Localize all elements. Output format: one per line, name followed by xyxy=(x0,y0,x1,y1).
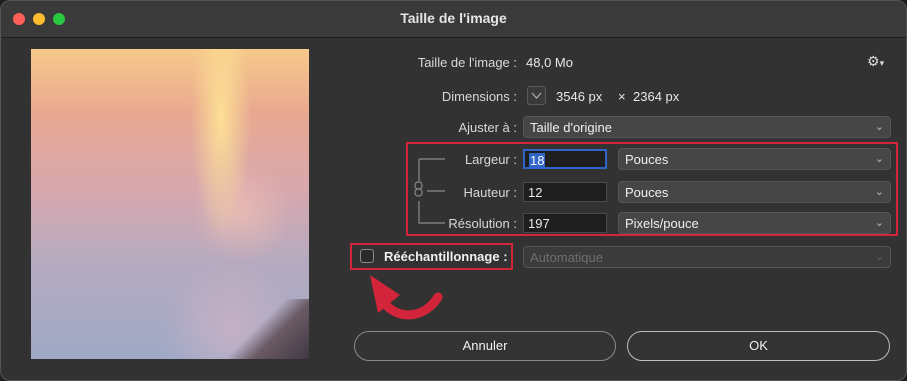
fit-to-label: Ajuster à : xyxy=(458,120,517,135)
chevron-down-icon: ⌄ xyxy=(874,153,884,165)
dimensions-separator: × xyxy=(618,89,626,104)
resolution-label: Résolution : xyxy=(448,216,517,231)
ok-button[interactable]: OK xyxy=(627,331,890,361)
image-size-value: 48,0 Mo xyxy=(526,55,573,70)
dimensions-width: 3546 px xyxy=(556,89,603,104)
height-unit-select[interactable]: Pouces ⌄ xyxy=(618,181,891,203)
cancel-button[interactable]: Annuler xyxy=(354,331,616,361)
resolution-input[interactable]: 197 xyxy=(523,213,607,233)
height-input[interactable]: 12 xyxy=(523,182,607,202)
resample-method-select[interactable]: Automatique ⌄ xyxy=(523,246,891,268)
dimensions-unit-dropdown[interactable] xyxy=(527,86,546,105)
dimensions-label: Dimensions : xyxy=(441,89,517,104)
resolution-unit-select[interactable]: Pixels/pouce ⌄ xyxy=(618,212,891,234)
gear-icon[interactable]: ⚙▾ xyxy=(867,53,884,70)
chevron-down-icon: ⌄ xyxy=(874,251,884,263)
image-size-dialog: Taille de l'image Taille de l'image : 48… xyxy=(0,0,907,381)
width-unit-value: Pouces xyxy=(625,152,669,167)
image-preview[interactable] xyxy=(31,49,309,359)
width-input[interactable]: 18 xyxy=(523,149,607,169)
resolution-input-value: 197 xyxy=(528,216,550,231)
chevron-down-icon: ⌄ xyxy=(874,217,884,229)
height-label: Hauteur : xyxy=(463,185,517,200)
window-title: Taille de l'image xyxy=(400,10,507,26)
height-input-value: 12 xyxy=(528,185,543,200)
preview-shoreline xyxy=(229,299,309,359)
dimensions-height: 2364 px xyxy=(633,89,680,104)
chevron-down-icon: ⌄ xyxy=(874,121,884,133)
height-unit-value: Pouces xyxy=(625,185,669,200)
chevron-down-icon: ⌄ xyxy=(874,186,884,198)
resolution-unit-value: Pixels/pouce xyxy=(625,216,699,231)
width-label: Largeur : xyxy=(464,152,517,167)
resample-label[interactable]: Rééchantillonnage : xyxy=(384,249,508,264)
image-size-label: Taille de l'image : xyxy=(417,55,517,70)
resample-checkbox[interactable] xyxy=(360,249,374,263)
fit-to-value: Taille d'origine xyxy=(530,120,612,135)
fit-to-select[interactable]: Taille d'origine ⌄ xyxy=(523,116,891,138)
chevron-down-icon xyxy=(531,92,542,99)
title-bar: Taille de l'image xyxy=(1,1,906,38)
width-input-value: 18 xyxy=(529,153,546,168)
width-unit-select[interactable]: Pouces ⌄ xyxy=(618,148,891,170)
resample-method-value: Automatique xyxy=(530,250,603,265)
annotation-arrow-icon xyxy=(370,275,443,320)
